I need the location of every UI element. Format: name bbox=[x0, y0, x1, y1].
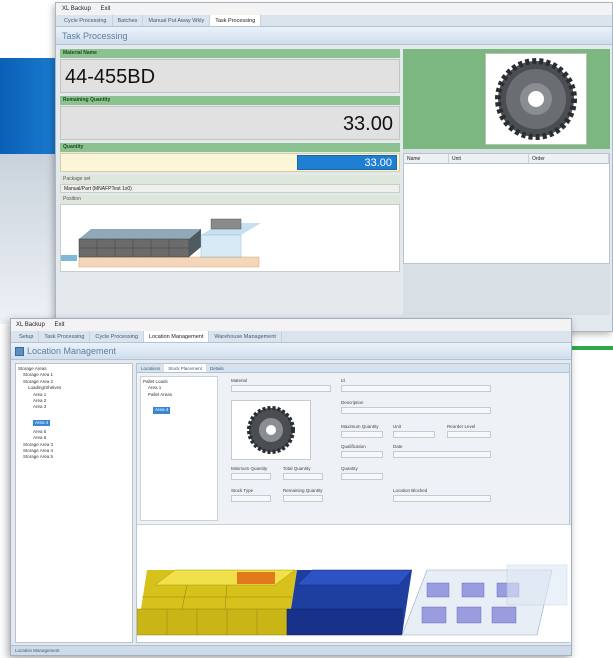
placement-tree[interactable]: Pallet Loads Area 1 Pallet Areas Area 4 bbox=[140, 376, 218, 521]
pallet-3d-view[interactable] bbox=[60, 204, 400, 272]
reorder-field[interactable] bbox=[447, 431, 491, 438]
tab-cycle-processing-2[interactable]: Cycle Processing bbox=[90, 331, 144, 342]
status-bar: Location Management bbox=[11, 645, 571, 655]
menu-bar-2: XL Backup Exit bbox=[11, 319, 571, 331]
stock-form: Material Minimum Quantity Total Quantity… bbox=[221, 376, 567, 521]
image-panel bbox=[403, 49, 610, 149]
total-quantity-label: Total Quantity bbox=[283, 466, 311, 471]
id-field[interactable] bbox=[341, 385, 491, 392]
tree-item[interactable]: Storage Area 5 bbox=[18, 454, 130, 460]
stock-type-field[interactable] bbox=[231, 495, 271, 502]
part-number-label: Material Name bbox=[60, 49, 400, 58]
qualification-label: Qualification bbox=[341, 444, 366, 449]
grid-header: Name Unit Order bbox=[403, 153, 610, 164]
menu-backup[interactable]: XL Backup bbox=[62, 6, 91, 12]
gear-icon bbox=[247, 406, 295, 454]
max-quantity-label: Maximum Quantity bbox=[341, 424, 379, 429]
max-quantity-field[interactable] bbox=[341, 431, 383, 438]
tab-location-management[interactable]: Location Management bbox=[143, 331, 210, 342]
quantity-label: Quantity bbox=[60, 143, 400, 152]
description-label: Description bbox=[341, 400, 364, 405]
location-icon bbox=[15, 347, 24, 356]
position-label: Position bbox=[60, 195, 400, 204]
description-field[interactable] bbox=[341, 407, 491, 414]
tree-item-selected[interactable]: Area 4 bbox=[153, 407, 171, 414]
detail-panel: Name Unit Order bbox=[403, 49, 610, 315]
grid-body[interactable] bbox=[403, 164, 610, 264]
total-quantity-field[interactable] bbox=[283, 473, 323, 480]
remaining-quantity-value: 33.00 bbox=[342, 113, 393, 135]
column-order[interactable]: Order bbox=[529, 154, 609, 163]
tab-strip-2: Setup Task Processing Cycle Processing L… bbox=[11, 331, 571, 343]
stock-type-label: Stock Type bbox=[231, 488, 254, 493]
tab-task-processing-2[interactable]: Task Processing bbox=[39, 331, 91, 342]
tab-batches[interactable]: Batches bbox=[113, 15, 144, 26]
quantity-field-2[interactable] bbox=[341, 473, 383, 480]
remaining-quantity-label: Remaining Quantity bbox=[60, 96, 400, 105]
warehouse-3d-view[interactable] bbox=[137, 524, 571, 642]
menu-exit[interactable]: Exit bbox=[100, 6, 110, 12]
tab-manual-put-away[interactable]: Manual Put Away Wkly bbox=[143, 15, 211, 26]
page-title-2: Location Management bbox=[11, 343, 571, 360]
remaining-quantity-field-2[interactable] bbox=[283, 495, 323, 502]
pallet-illustration bbox=[61, 218, 261, 268]
remaining-quantity-field: 33.00 bbox=[60, 106, 400, 140]
location-blocked-checkbox[interactable] bbox=[393, 495, 491, 502]
page-title-2-text: Location Management bbox=[27, 346, 117, 356]
task-processing-window: XL Backup Exit Cycle Processing Batches … bbox=[55, 2, 613, 332]
location-management-window: XL Backup Exit Setup Task Processing Cyc… bbox=[10, 318, 572, 656]
part-number-field: 44-455BD bbox=[60, 59, 400, 93]
unit-field[interactable] bbox=[393, 431, 435, 438]
qualification-field[interactable] bbox=[341, 451, 383, 458]
tab-cycle-processing[interactable]: Cycle Processing bbox=[59, 15, 113, 26]
id-label: Id bbox=[341, 378, 345, 383]
quantity-row: 33.00 bbox=[60, 153, 400, 172]
tab-strip: Cycle Processing Batches Manual Put Away… bbox=[56, 15, 612, 27]
inner-tab-strip: Locations Stock Placement Details bbox=[137, 364, 569, 373]
warehouse-bins-illustration bbox=[137, 564, 568, 636]
remaining-quantity-label-2: Remaining Quantity bbox=[283, 488, 323, 493]
material-image bbox=[485, 53, 587, 145]
min-quantity-field[interactable] bbox=[231, 473, 271, 480]
tree-item-selected[interactable]: Area 4 bbox=[33, 419, 51, 427]
unit-label: Unit bbox=[393, 424, 402, 429]
date-field[interactable] bbox=[393, 451, 491, 458]
column-name[interactable]: Name bbox=[404, 154, 449, 163]
quantity-input[interactable]: 33.00 bbox=[297, 155, 397, 170]
menu-backup-2[interactable]: XL Backup bbox=[16, 322, 45, 328]
menu-bar: XL Backup Exit bbox=[56, 3, 612, 15]
tab-task-processing[interactable]: Task Processing bbox=[210, 15, 262, 26]
quantity-label-2: Quantity bbox=[341, 466, 358, 471]
tab-warehouse-management[interactable]: Warehouse Management bbox=[209, 331, 282, 342]
tab-locations[interactable]: Locations bbox=[137, 364, 164, 372]
min-quantity-label: Minimum Quantity bbox=[231, 466, 268, 471]
location-detail-area: Locations Stock Placement Details Pallet… bbox=[136, 363, 571, 643]
location-blocked-label: Location Blocked bbox=[393, 488, 428, 493]
reorder-label: Reorder Level bbox=[447, 424, 476, 429]
storage-tree[interactable]: Storage Areas Storage Area 1 Storage Are… bbox=[15, 363, 133, 643]
material-label: Material bbox=[231, 378, 248, 383]
green-stripe bbox=[568, 346, 613, 350]
material-select[interactable] bbox=[231, 385, 331, 392]
menu-exit-2[interactable]: Exit bbox=[54, 322, 64, 328]
page-title: Task Processing bbox=[56, 27, 612, 45]
task-form: Material Name 44-455BD Remaining Quantit… bbox=[60, 49, 400, 272]
tab-setup[interactable]: Setup bbox=[14, 331, 40, 342]
package-label: Package set bbox=[60, 175, 400, 184]
column-unit[interactable]: Unit bbox=[449, 154, 529, 163]
gear-icon bbox=[495, 58, 577, 140]
part-number-value: 44-455BD bbox=[65, 66, 156, 88]
tab-stock-placement[interactable]: Stock Placement bbox=[164, 364, 207, 372]
material-image-2 bbox=[231, 400, 311, 460]
date-label: Date bbox=[393, 444, 403, 449]
tab-details[interactable]: Details bbox=[206, 364, 228, 372]
package-field[interactable]: Manual/Part (MNAFPTest 1x0) bbox=[60, 184, 400, 193]
